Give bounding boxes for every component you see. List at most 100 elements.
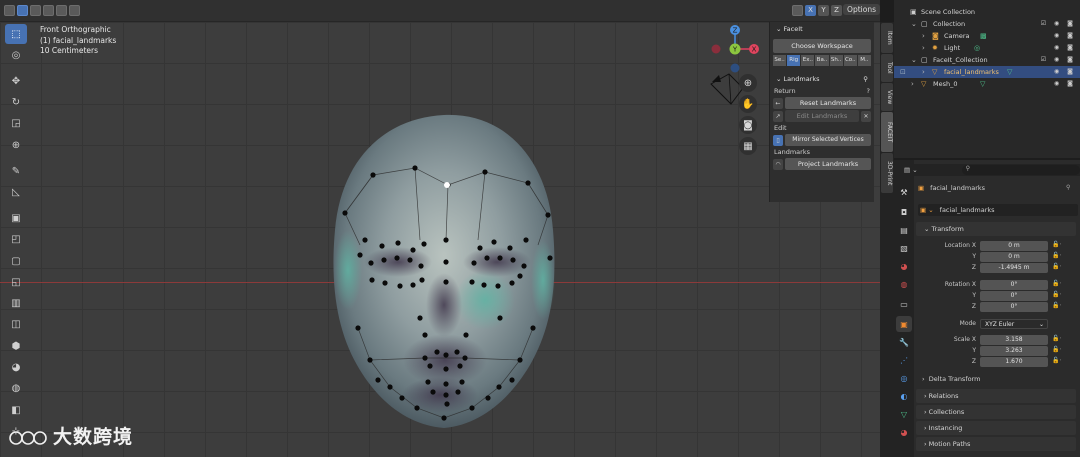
measure-icon[interactable]: ◺: [5, 182, 27, 202]
modifier-tab-icon[interactable]: 🔧: [896, 334, 912, 350]
collections-section-header[interactable]: › Collections: [916, 405, 1076, 419]
landmark-point[interactable]: [379, 243, 385, 249]
lock-icon[interactable]: 🔓⋅: [1052, 241, 1061, 248]
workspace-tab[interactable]: Se..: [773, 55, 787, 66]
workspace-tab[interactable]: Sh..: [829, 55, 843, 66]
tab-3d-print[interactable]: 3D-Print: [881, 153, 893, 193]
landmark-point[interactable]: [375, 377, 381, 383]
landmark-point[interactable]: [422, 332, 428, 338]
landmark-point[interactable]: [444, 401, 450, 407]
scale-y-field[interactable]: 3.263: [980, 346, 1048, 356]
ortho-grid-icon[interactable]: ▦: [739, 137, 757, 155]
rotation-mode-select[interactable]: XYZ Euler ⌄: [980, 319, 1048, 329]
spin-icon[interactable]: ◕: [5, 358, 27, 378]
landmark-point[interactable]: [481, 282, 487, 288]
shrink-fatten-icon[interactable]: ◧: [5, 400, 27, 420]
smooth-icon[interactable]: ◍: [5, 379, 27, 399]
rotate-icon[interactable]: ↻: [5, 93, 27, 113]
landmark-point[interactable]: [410, 247, 416, 253]
landmark-point[interactable]: [517, 357, 523, 363]
scale-icon[interactable]: ◲: [5, 114, 27, 134]
particles-tab-icon[interactable]: ⋰: [896, 352, 912, 368]
add-cube-icon[interactable]: ▣: [5, 208, 27, 228]
back-arrow-icon[interactable]: ←: [773, 97, 783, 109]
workspace-tab[interactable]: Ba..: [815, 55, 829, 66]
constraints-tab-icon[interactable]: ◐: [896, 388, 912, 404]
tab-tool[interactable]: Tool: [881, 54, 893, 82]
landmark-point[interactable]: [497, 255, 503, 261]
landmark-point[interactable]: [410, 282, 416, 288]
relations-section-header[interactable]: › Relations: [916, 389, 1076, 403]
landmark-point[interactable]: [418, 263, 424, 269]
landmark-point[interactable]: [443, 279, 449, 285]
output-tab-icon[interactable]: ▤: [896, 222, 912, 238]
landmark-point[interactable]: [521, 263, 527, 269]
lock-icon[interactable]: 🔓⋅: [1052, 302, 1061, 309]
lock-icon[interactable]: 🔓⋅: [1052, 346, 1061, 353]
landmark-point[interactable]: [517, 273, 523, 279]
lock-icon[interactable]: 🔓⋅: [1052, 335, 1061, 342]
landmark-point[interactable]: [457, 363, 463, 369]
landmark-point[interactable]: [368, 260, 374, 266]
tab-faceit[interactable]: FACEIT: [881, 112, 893, 152]
landmark-point[interactable]: [495, 283, 501, 289]
landmark-point[interactable]: [357, 252, 363, 258]
visibility-icons[interactable]: ◉ ◙: [1054, 66, 1076, 78]
data-tab-icon[interactable]: ▽: [896, 406, 912, 422]
landmark-point[interactable]: [387, 384, 393, 390]
pin-icon[interactable]: ⚲: [1066, 184, 1070, 191]
visibility-icons[interactable]: ◉ ◙: [1054, 78, 1076, 90]
landmark-point[interactable]: [459, 379, 465, 385]
material-tab-icon[interactable]: ◕: [896, 424, 912, 440]
landmark-point[interactable]: [545, 212, 551, 218]
landmark-point[interactable]: [491, 239, 497, 245]
outliner-row-light[interactable]: › ✹ Light ◎ ◉ ◙: [894, 42, 1080, 54]
origin-point[interactable]: [444, 182, 450, 188]
landmark-point[interactable]: [441, 415, 447, 421]
landmark-point[interactable]: [509, 280, 515, 286]
delta-transform-subpanel[interactable]: › Delta Transform: [922, 375, 980, 383]
landmark-point[interactable]: [414, 405, 420, 411]
outliner-row-faceit-collection[interactable]: ⌄ ▢ FaceIt_Collection ☑ ◉ ◙: [894, 54, 1080, 66]
landmark-point[interactable]: [469, 279, 475, 285]
edit-mode-icon[interactable]: ⊡: [900, 66, 906, 78]
collapse-arrow-icon[interactable]: ›: [922, 42, 925, 54]
landmark-point[interactable]: [547, 255, 553, 261]
collapse-arrow-icon[interactable]: ›: [922, 66, 925, 78]
outliner-row-mesh-0[interactable]: › ▽ Mesh_0 ▽ ◉ ◙: [894, 78, 1080, 90]
visibility-icons[interactable]: ☑ ◉ ◙: [1041, 54, 1076, 66]
scale-x-field[interactable]: 3.158: [980, 335, 1048, 345]
rotation-z-field[interactable]: 0°: [980, 302, 1048, 312]
reset-landmarks-button[interactable]: Reset Landmarks: [785, 97, 871, 109]
help-icon[interactable]: ?: [867, 86, 870, 96]
landmark-point[interactable]: [381, 257, 387, 263]
landmark-point[interactable]: [443, 381, 449, 387]
landmark-point[interactable]: [443, 237, 449, 243]
outliner-row-collection[interactable]: ⌄ ▢ Collection ☑ ◉ ◙: [894, 18, 1080, 30]
landmark-point[interactable]: [425, 379, 431, 385]
neg-x-handle[interactable]: [711, 44, 721, 54]
camera-view-icon[interactable]: ◙: [739, 116, 757, 134]
search-icon[interactable]: ⚲: [961, 165, 1080, 175]
rotation-x-field[interactable]: 0°: [980, 280, 1048, 290]
landmark-point[interactable]: [443, 259, 449, 265]
landmark-point[interactable]: [342, 210, 348, 216]
render-tab-icon[interactable]: ◘: [896, 204, 912, 220]
landmark-point[interactable]: [419, 277, 425, 283]
edit-landmarks-button[interactable]: Edit Landmarks: [785, 110, 859, 122]
tab-view[interactable]: View: [881, 83, 893, 111]
rotation-y-field[interactable]: 0°: [980, 291, 1048, 301]
project-landmarks-button[interactable]: Project Landmarks: [785, 158, 871, 170]
instancing-section-header[interactable]: › Instancing: [916, 421, 1076, 435]
landmark-point[interactable]: [394, 255, 400, 261]
landmark-point[interactable]: [530, 325, 536, 331]
landmark-point[interactable]: [362, 237, 368, 243]
3d-viewport[interactable]: X Y Z Options Front Orthographic (1) fac…: [0, 0, 880, 457]
outliner-row-facial-landmarks[interactable]: ⊡ › ▽ facial_landmarks ▽ ◉ ◙: [894, 66, 1080, 78]
landmark-point[interactable]: [497, 315, 503, 321]
landmark-point[interactable]: [399, 395, 405, 401]
collapse-arrow-icon[interactable]: ›: [911, 78, 914, 90]
choose-workspace-button[interactable]: Choose Workspace: [773, 39, 871, 53]
pin-icon[interactable]: ⚲: [863, 72, 868, 86]
tab-item[interactable]: Item: [881, 23, 893, 53]
